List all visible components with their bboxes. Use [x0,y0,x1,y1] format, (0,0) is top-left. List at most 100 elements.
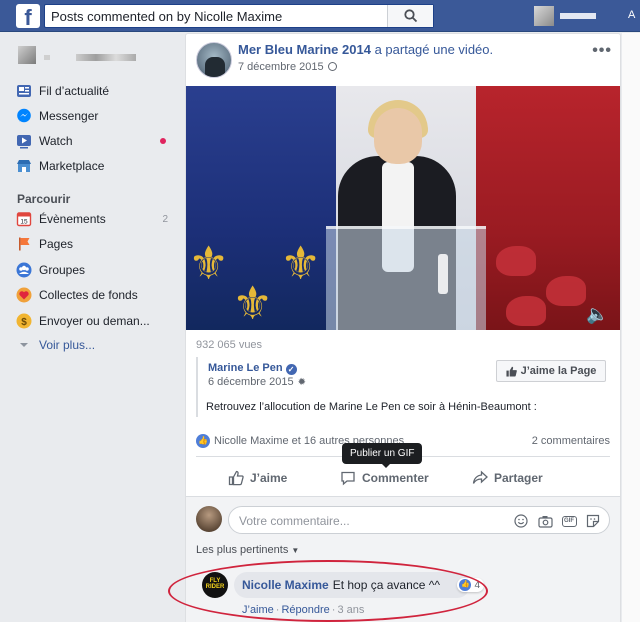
gif-icon-label: GIF [561,515,577,527]
commenter-avatar[interactable]: FLY RIDER [202,572,228,598]
sidebar-item-groups[interactable]: Groupes [14,259,174,281]
comment-sort-dropdown[interactable]: Les plus pertinents ▼ [196,544,299,556]
current-user-avatar[interactable] [196,506,222,532]
comment-reply-link[interactable]: Répondre [281,604,329,616]
fleur-de-lis-icon: ⚜ [188,236,230,290]
fundraisers-icon [14,286,34,304]
caret-down-icon: ▼ [291,546,300,555]
post-card: Mer Bleu Marine 2014 a partagé une vidéo… [185,33,621,622]
sidebar-item-label: Groupes [39,263,86,277]
comment-like-link[interactable]: J’aime [242,604,274,616]
post-timestamp[interactable]: 7 décembre 2015 [238,61,337,73]
search-input[interactable]: Posts commented on by Nicolle Maxime [51,9,282,24]
chevron-down-icon [14,336,34,354]
commenter-avatar-text: FLY RIDER [205,578,225,590]
emoji-icon[interactable] [513,513,529,529]
speaker-face [374,108,422,164]
search-bar[interactable]: Posts commented on by Nicolle Maxime [44,4,434,28]
shared-post-text: Retrouvez l’allocution de Marine Le Pen … [206,401,537,413]
sidebar-item-messenger[interactable]: Messenger [14,105,174,127]
shared-date-text[interactable]: 6 décembre 2015 [208,376,294,388]
events-icon-date: 15 [20,219,28,226]
post-actions-bar: J’aime Commenter Partager [196,463,610,491]
post-date-text[interactable]: 7 décembre 2015 [238,61,324,73]
glass-podium [326,226,486,330]
sidebar-item-label: Watch [39,134,73,148]
fleur-de-lis-icon: ⚜ [232,276,274,330]
comment-input[interactable]: Votre commentaire... GIF [228,506,610,534]
events-icon: 15 [14,210,34,228]
comment-meta: J’aime · Répondre · 3 ans [242,604,364,616]
profile-name-blurred-2 [76,54,136,61]
page-name-link[interactable]: Mer Bleu Marine 2014 [238,42,371,57]
sidebar-item-pages[interactable]: Pages [14,233,174,255]
comment-reaction-count: 4 [474,579,481,591]
video-player[interactable]: ⚜ ⚜ ⚜ 🔈 [186,86,620,330]
comment-text: Et hop ça avance ^^ [332,578,441,592]
page-avatar[interactable] [196,42,232,78]
sidebar-item-fundraisers[interactable]: Collectes de fonds [14,284,174,306]
fleur-de-lis-icon: ⚜ [280,236,322,290]
user-name-blurred[interactable] [560,13,596,19]
shared-page-name-text[interactable]: Marine Le Pen [208,362,283,374]
profile-avatar [18,46,36,64]
lion-emblem [506,296,546,326]
comments-count-link[interactable]: 2 commentaires [532,435,610,447]
profile-link[interactable] [14,42,174,66]
comment-item: FLY RIDER Nicolle Maxime Et hop ça avanc… [196,572,610,616]
water-bottle [438,254,448,294]
comment-label: Commenter [362,471,429,485]
settings-gear-icon: ✹ [297,377,307,388]
sidebar-item-label: Fil d’actualité [39,84,110,98]
news-feed-icon [14,82,34,100]
more-options-button[interactable]: ••• [592,42,612,60]
shared-timestamp[interactable]: 6 décembre 2015 ✹ [208,376,306,388]
share-button[interactable]: Partager [472,467,543,489]
like-button[interactable]: J’aime [228,467,287,489]
sidebar-item-label: Pages [39,237,74,251]
search-button[interactable] [387,5,433,27]
watch-icon [14,132,34,150]
post-action-text: a partagé une vidéo. [374,42,494,57]
right-scroll-area [622,33,640,622]
comment-author-link[interactable]: Nicolle Maxime [242,578,329,592]
comment-reactions[interactable]: 👍 4 [457,578,485,592]
sidebar-see-more[interactable]: Voir plus... [14,334,174,356]
sidebar-item-news-feed[interactable]: Fil d’actualité [14,80,174,102]
sidebar-item-watch[interactable]: Watch [14,130,174,152]
sort-label[interactable]: Les plus pertinents [196,544,288,556]
like-page-button[interactable]: J’aime la Page [496,360,606,382]
sticker-icon[interactable] [585,513,601,529]
facebook-logo[interactable]: f [16,4,40,28]
sidebar-item-label: Collectes de fonds [39,288,138,302]
shared-page-name[interactable]: Marine Le Pen ✓ [208,362,297,375]
camera-icon[interactable] [537,513,553,529]
events-count: 2 [162,213,168,225]
browse-section-title: Parcourir [17,192,71,206]
marketplace-icon [14,157,34,175]
like-label: J’aime [250,471,288,485]
see-more-link[interactable]: Voir plus... [39,338,95,352]
user-avatar[interactable] [534,6,554,26]
post-header: Mer Bleu Marine 2014 a partagé une vidéo… [238,42,493,57]
sidebar-item-send-money[interactable]: $ Envoyer ou deman... [14,310,174,332]
share-label: Partager [494,471,543,485]
comment-placeholder: Votre commentaire... [239,514,350,528]
comment-age[interactable]: 3 ans [337,604,364,616]
sidebar-item-marketplace[interactable]: Marketplace [14,155,174,177]
pages-icon [14,235,34,253]
volume-icon[interactable]: 🔈 [586,304,608,325]
share-icon [472,470,488,484]
lion-emblem [546,276,586,306]
money-icon: $ [14,312,34,330]
thumbs-up-icon [506,366,517,377]
comment-bubble: Nicolle Maxime Et hop ça avance ^^ 👍 4 [234,572,485,598]
sidebar-item-events[interactable]: 15 Évènements 2 [14,208,174,230]
sidebar-item-label: Envoyer ou deman... [39,314,150,328]
sidebar-item-label: Évènements [39,212,106,226]
verified-badge-icon: ✓ [285,364,297,375]
top-bar: f Posts commented on by Nicolle Maxime A [0,0,640,32]
gif-icon[interactable]: GIF [561,513,577,529]
globe-icon [327,62,337,71]
thumbs-up-icon [228,470,244,486]
